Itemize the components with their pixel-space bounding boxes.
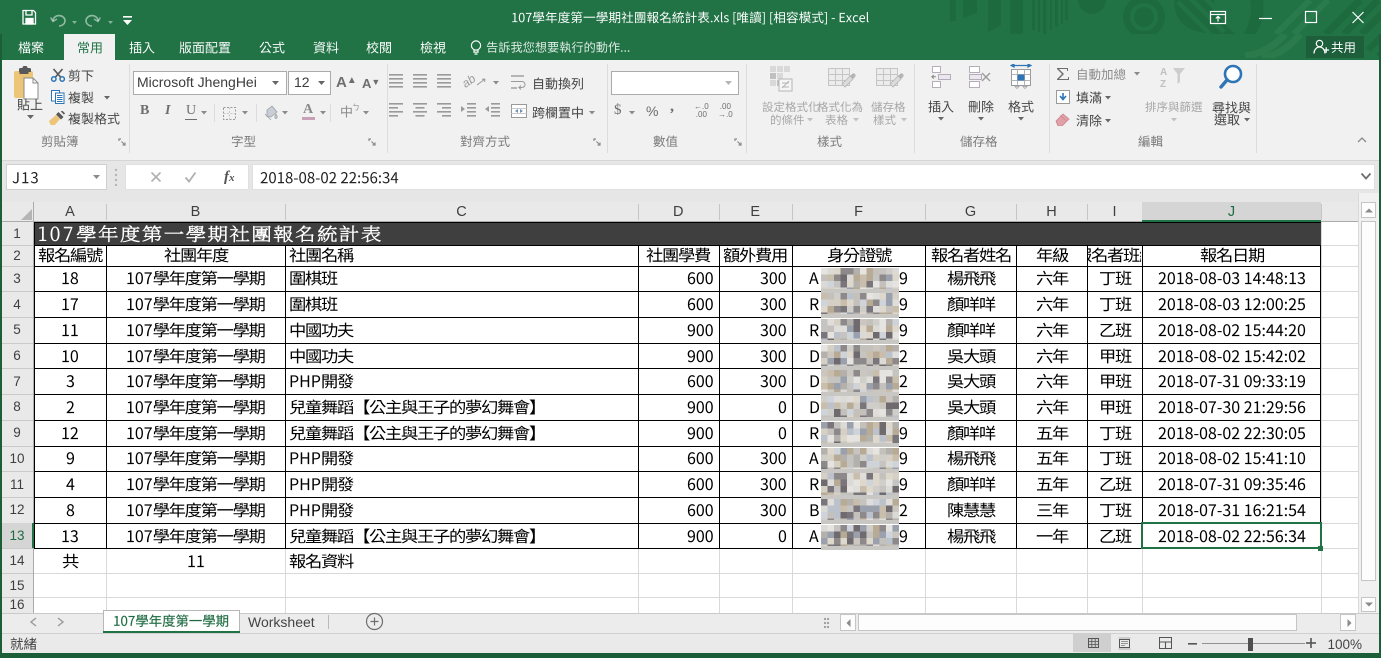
svg-text:A: A — [1160, 67, 1167, 78]
svg-text:Z: Z — [1160, 79, 1166, 90]
